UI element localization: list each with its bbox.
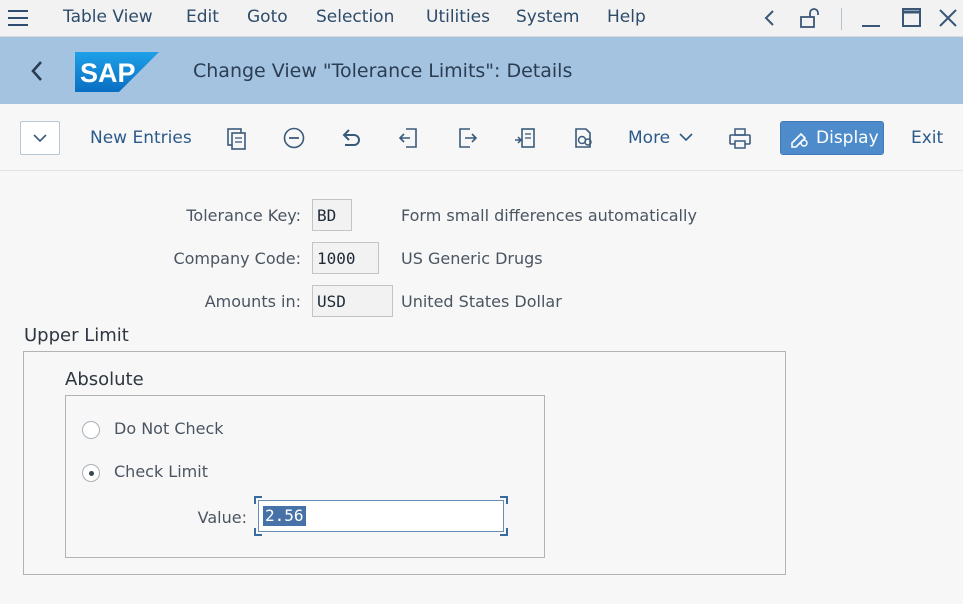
value-label: Value:: [197, 508, 247, 527]
chevron-down-icon: [678, 133, 693, 142]
tolerance-key-field: BD: [312, 199, 352, 231]
absolute-title: Absolute: [65, 369, 144, 390]
more-label: More: [628, 128, 671, 148]
focus-corner: [500, 496, 508, 504]
do-not-check-label[interactable]: Do Not Check: [114, 419, 224, 438]
minimize-icon[interactable]: [858, 6, 884, 30]
undo-icon[interactable]: [338, 124, 364, 152]
tolerance-key-label: Tolerance Key:: [186, 206, 301, 225]
chevron-down-icon: [33, 134, 47, 143]
chevron-left-icon[interactable]: [757, 6, 783, 30]
page-title: Change View "Tolerance Limits": Details: [193, 60, 573, 82]
close-icon[interactable]: [935, 6, 961, 30]
menu-system[interactable]: System: [516, 7, 579, 27]
menu-selection[interactable]: Selection: [316, 7, 394, 27]
menu-help[interactable]: Help: [607, 7, 646, 27]
toolbar-dropdown-button[interactable]: [20, 121, 60, 155]
tolerance-key-description: Form small differences automatically: [401, 206, 697, 225]
check-limit-radio[interactable]: [82, 464, 100, 482]
company-code-description: US Generic Drugs: [401, 249, 543, 268]
focus-corner: [254, 528, 262, 536]
print-icon[interactable]: [727, 124, 753, 152]
menu-utilities[interactable]: Utilities: [426, 7, 490, 27]
focus-corner: [500, 528, 508, 536]
display-glasses-icon: [791, 132, 808, 148]
divider: [841, 8, 842, 30]
hamburger-menu-icon[interactable]: [8, 9, 30, 27]
copy-icon[interactable]: [224, 124, 250, 152]
do-not-check-radio[interactable]: [82, 421, 100, 439]
exit-button[interactable]: Exit: [911, 128, 943, 148]
upper-limit-title: Upper Limit: [24, 325, 129, 346]
chevron-left-icon: [31, 61, 42, 81]
display-label: Display: [816, 128, 879, 148]
company-code-label: Company Code:: [173, 249, 301, 268]
amounts-in-label: Amounts in:: [204, 292, 301, 311]
delete-icon[interactable]: [281, 124, 307, 152]
menu-edit[interactable]: Edit: [186, 7, 219, 27]
company-code-field: 1000: [312, 242, 379, 274]
previous-entry-icon[interactable]: [396, 124, 422, 152]
value-input[interactable]: 2.56: [258, 500, 504, 532]
maximize-icon[interactable]: [899, 6, 925, 30]
amounts-in-description: United States Dollar: [401, 292, 562, 311]
display-button[interactable]: Display: [780, 121, 884, 155]
new-entries-button[interactable]: New Entries: [90, 128, 192, 148]
unlock-icon[interactable]: [797, 6, 823, 30]
svg-text:SAP: SAP: [80, 58, 136, 88]
focus-corner: [254, 496, 262, 504]
find-icon[interactable]: [570, 124, 596, 152]
check-limit-label[interactable]: Check Limit: [114, 462, 208, 481]
value-selected-text: 2.56: [263, 506, 306, 526]
back-button[interactable]: [26, 58, 48, 84]
menu-table-view[interactable]: Table View: [63, 7, 153, 27]
more-button[interactable]: More: [628, 128, 694, 148]
amounts-in-field: USD: [312, 285, 393, 317]
sap-logo: SAP: [75, 52, 159, 92]
next-entry-icon[interactable]: [454, 124, 480, 152]
menu-goto[interactable]: Goto: [247, 7, 288, 27]
other-entry-icon[interactable]: [512, 124, 538, 152]
